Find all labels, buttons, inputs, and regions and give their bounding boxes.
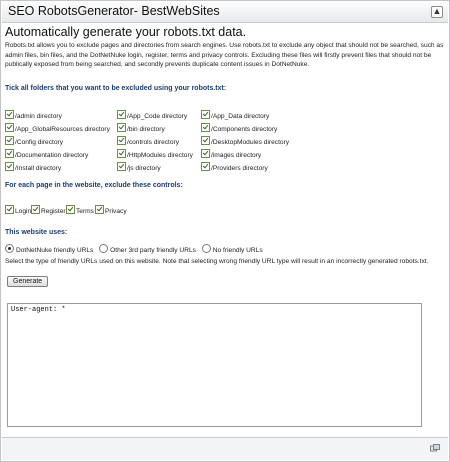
friendly-url-note: Select the type of friendly URLs used on…: [5, 258, 429, 265]
website-heading: This website uses:: [5, 229, 68, 236]
generate-button[interactable]: Generate: [7, 276, 49, 287]
checkbox[interactable]: [201, 123, 210, 132]
checkbox[interactable]: [201, 162, 210, 171]
settings-icon[interactable]: [430, 444, 440, 453]
checkbox[interactable]: [5, 162, 14, 171]
folder-item[interactable]: /HttpModules directory: [117, 149, 193, 159]
folder-item[interactable]: /App_Data directory: [201, 110, 269, 120]
module-container: SEO RobotsGenerator- BestWebSites ▲ Auto…: [0, 0, 450, 462]
radio-option[interactable]: No friendly URLs: [201, 244, 263, 254]
collapse-icon[interactable]: ▲: [431, 6, 443, 18]
radio-button[interactable]: [5, 244, 14, 253]
control-item[interactable]: Privacy: [95, 205, 127, 215]
folder-item[interactable]: /Providers directory: [201, 162, 268, 172]
checkbox[interactable]: [117, 162, 126, 171]
folder-item[interactable]: /controls directory: [117, 136, 179, 146]
controls-heading: For each page in the website, exclude th…: [5, 182, 183, 189]
checkbox[interactable]: [201, 110, 210, 119]
checkbox[interactable]: [5, 149, 14, 158]
checkbox[interactable]: [117, 110, 126, 119]
folder-item[interactable]: /Documentation directory: [5, 149, 88, 159]
radio-button[interactable]: [99, 244, 109, 253]
checkbox[interactable]: [5, 110, 14, 119]
checkbox[interactable]: [5, 136, 14, 145]
friendly-url-options: DotNetNuke friendly URLs Other 3rd party…: [5, 244, 267, 254]
robots-output[interactable]: User-agent: *: [7, 303, 422, 427]
radio-option[interactable]: Other 3rd party friendly URLs: [99, 244, 196, 254]
page-heading: Automatically generate your robots.txt d…: [5, 25, 247, 39]
intro-text: Robots.txt allows you to exclude pages a…: [5, 42, 444, 68]
checkbox[interactable]: [201, 149, 210, 158]
checkbox[interactable]: [5, 205, 14, 214]
folder-item[interactable]: /App_GlobalResources directory: [5, 123, 110, 133]
folder-item[interactable]: /Install directory: [5, 162, 61, 172]
control-item[interactable]: Terms: [66, 205, 94, 215]
checkbox[interactable]: [66, 205, 75, 214]
folder-item[interactable]: /js directory: [117, 162, 161, 172]
control-item[interactable]: Register: [31, 205, 66, 215]
checkbox[interactable]: [5, 123, 14, 132]
checkbox[interactable]: [201, 136, 210, 145]
checkbox[interactable]: [117, 149, 126, 158]
folder-item[interactable]: /images directory: [201, 149, 261, 159]
checkbox[interactable]: [31, 205, 40, 214]
folder-item[interactable]: /App_Code directory: [117, 110, 187, 120]
module-titlebar: SEO RobotsGenerator- BestWebSites ▲: [2, 2, 448, 23]
checkbox[interactable]: [117, 123, 126, 132]
module-footer: [2, 437, 448, 460]
radio-option[interactable]: DotNetNuke friendly URLs: [5, 244, 93, 254]
radio-button[interactable]: [201, 244, 211, 253]
folder-item[interactable]: /bin directory: [117, 123, 165, 133]
folder-item[interactable]: /DesktopModules directory: [201, 136, 289, 146]
folders-heading: Tick all folders that you want to be exc…: [5, 85, 227, 92]
checkbox[interactable]: [117, 136, 126, 145]
folder-item[interactable]: /Components directory: [201, 123, 277, 133]
folder-item[interactable]: /admin directory: [5, 110, 62, 120]
checkbox[interactable]: [95, 205, 104, 214]
folder-item[interactable]: /Config directory: [5, 136, 63, 146]
module-title: SEO RobotsGenerator- BestWebSites: [8, 4, 220, 18]
control-item[interactable]: Login: [5, 205, 31, 215]
